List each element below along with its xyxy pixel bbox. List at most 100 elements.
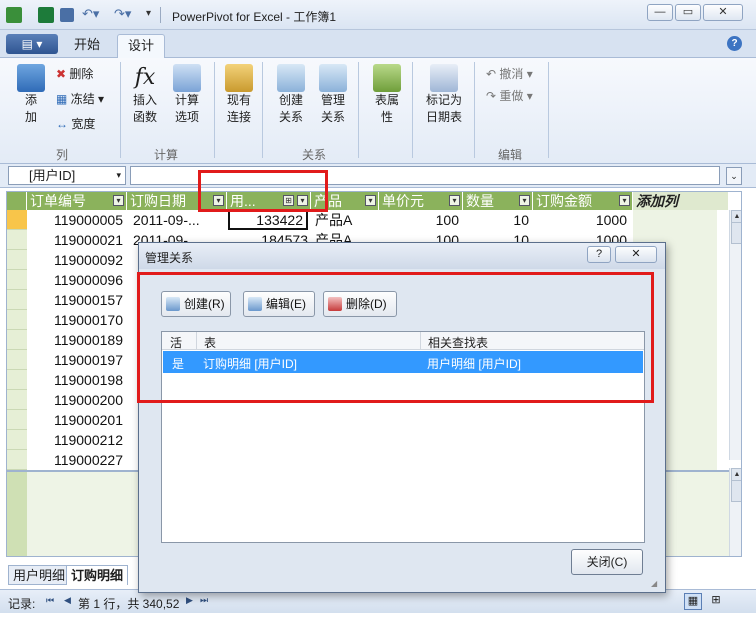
last-record-icon[interactable]: ⏭ bbox=[200, 595, 208, 606]
calc-options-button[interactable]: 计算 选项 bbox=[168, 64, 206, 126]
group-label-columns: 列 bbox=[56, 148, 69, 162]
cell-user-id-active[interactable]: 133422 bbox=[228, 210, 308, 230]
dialog-close-icon[interactable]: ✕ bbox=[615, 246, 657, 263]
tab-design[interactable]: 设计 bbox=[117, 34, 166, 58]
row-selector[interactable] bbox=[7, 390, 27, 410]
tab-home[interactable]: 开始 bbox=[64, 34, 110, 58]
row-selector[interactable] bbox=[7, 290, 27, 310]
row-selector[interactable] bbox=[7, 210, 27, 230]
filter-dropdown-icon: ▾ bbox=[449, 195, 460, 206]
cell-order-id[interactable]: 119000227 bbox=[31, 450, 123, 470]
data-view-icon[interactable]: ▦ bbox=[684, 593, 702, 610]
sheet-tabs: 用户明细 订购明细 bbox=[6, 565, 136, 585]
col-header-quantity[interactable]: 数量 ▾ bbox=[463, 192, 533, 210]
dialog-titlebar: 管理关系 ? ✕ bbox=[139, 243, 665, 269]
scroll-thumb bbox=[731, 480, 741, 502]
add-column-button[interactable]: 添 加 bbox=[14, 64, 48, 126]
tab-order-detail[interactable]: 订购明细 bbox=[66, 565, 129, 585]
restore-icon[interactable]: ▭ bbox=[675, 4, 701, 21]
row-selector[interactable] bbox=[7, 350, 27, 370]
first-record-icon[interactable]: ⏮ bbox=[46, 595, 54, 606]
help-icon[interactable]: ? bbox=[727, 36, 742, 51]
record-position: 第 1 行，共 340,523 bbox=[78, 597, 180, 611]
row-selector[interactable] bbox=[7, 230, 27, 250]
formula-bar: [用户ID] ▾ ⌄ bbox=[0, 164, 756, 188]
vertical-scrollbar[interactable]: ▲ bbox=[729, 210, 741, 460]
close-window-icon[interactable]: ✕ bbox=[703, 4, 743, 21]
prev-record-icon[interactable]: ◀ bbox=[64, 595, 71, 606]
manage-relations-button[interactable]: 管理 关系 bbox=[316, 64, 350, 126]
row-selector[interactable] bbox=[7, 310, 27, 330]
cell-order-id[interactable]: 119000201 bbox=[31, 410, 123, 430]
resize-grip-icon[interactable]: ◢ bbox=[651, 579, 661, 589]
row-selector[interactable] bbox=[7, 250, 27, 270]
dialog-title: 管理关系 bbox=[145, 251, 194, 265]
table-properties-button[interactable]: 表属 性 bbox=[370, 64, 404, 126]
vertical-scrollbar-lower[interactable]: ▲ bbox=[729, 468, 741, 556]
row-selector[interactable] bbox=[7, 370, 27, 390]
width-button[interactable]: ↔ 宽度 bbox=[56, 116, 95, 133]
redo-quick-icon[interactable]: ↷▾ bbox=[114, 6, 131, 22]
cell-order-id[interactable]: 119000189 bbox=[31, 330, 123, 350]
select-all-corner[interactable] bbox=[7, 192, 27, 210]
expand-formula-icon[interactable]: ⌄ bbox=[726, 167, 742, 185]
row-selector[interactable] bbox=[7, 430, 27, 450]
col-header-add-column[interactable]: 添加列 bbox=[633, 192, 729, 210]
name-box[interactable]: [用户ID] ▾ bbox=[8, 166, 126, 185]
col-header-amount[interactable]: 订购金额 ▾ bbox=[533, 192, 633, 210]
freeze-button[interactable]: ▦ 冻结 ▾ bbox=[56, 91, 104, 108]
cell-order-id[interactable]: 119000092 bbox=[31, 250, 123, 270]
cell-order-id[interactable]: 119000157 bbox=[31, 290, 123, 310]
undo-button[interactable]: ↶ 撤消 ▾ bbox=[486, 66, 533, 83]
cell-order-id[interactable]: 119000005 bbox=[31, 210, 123, 230]
record-label: 记录: bbox=[8, 597, 36, 611]
existing-connections-button[interactable]: 现有 连接 bbox=[222, 64, 256, 126]
calc-row-selector bbox=[7, 472, 27, 556]
cell-order-id[interactable]: 119000200 bbox=[31, 390, 123, 410]
cell-order-id[interactable]: 119000212 bbox=[31, 430, 123, 450]
row-selector[interactable] bbox=[7, 410, 27, 430]
cell-order-id[interactable]: 119000170 bbox=[31, 310, 123, 330]
cell-amount[interactable]: 1000 bbox=[537, 210, 627, 230]
redo-button[interactable]: ↷ 重做 ▾ bbox=[486, 88, 533, 105]
next-record-icon[interactable]: ▶ bbox=[186, 595, 193, 606]
customize-quick-icon[interactable]: ▾ bbox=[146, 8, 151, 19]
row-selector[interactable] bbox=[7, 330, 27, 350]
insert-function-button[interactable]: fx 插入 函数 bbox=[128, 64, 162, 126]
ribbon-tabs: ▤ ▾ 开始 设计 ? bbox=[0, 30, 756, 58]
col-header-order-id[interactable]: 订单编号 ▾ bbox=[27, 192, 127, 210]
tab-user-detail[interactable]: 用户明细 bbox=[8, 565, 71, 585]
filter-dropdown-icon: ▾ bbox=[519, 195, 530, 206]
minimize-icon[interactable]: — bbox=[647, 4, 673, 21]
row-selector[interactable] bbox=[7, 450, 27, 470]
filter-dropdown-icon: ▾ bbox=[365, 195, 376, 206]
cell-qty[interactable]: 10 bbox=[467, 210, 529, 230]
diagram-view-icon[interactable]: ⊞ bbox=[707, 593, 725, 610]
cell-order-id[interactable]: 119000197 bbox=[31, 350, 123, 370]
freeze-icon: ▦ bbox=[56, 92, 68, 106]
powerpivot-logo-icon bbox=[6, 7, 22, 23]
cell-order-id[interactable]: 119000021 bbox=[31, 230, 123, 250]
cell-order-id[interactable]: 119000198 bbox=[31, 370, 123, 390]
cell-order-id[interactable]: 119000096 bbox=[31, 270, 123, 290]
table-properties-icon bbox=[373, 64, 401, 92]
cell-order-date[interactable]: 2011-09-... bbox=[133, 210, 227, 230]
undo-quick-icon[interactable]: ↶▾ bbox=[82, 6, 99, 22]
save-icon[interactable] bbox=[60, 8, 74, 22]
file-menu-button[interactable]: ▤ ▾ bbox=[6, 34, 58, 54]
row-selector[interactable] bbox=[7, 270, 27, 290]
excel-icon[interactable] bbox=[38, 7, 54, 23]
window-title: PowerPivot for Excel - 工作簿1 bbox=[172, 10, 337, 24]
mark-date-table-button[interactable]: 标记为 日期表 bbox=[420, 64, 468, 126]
cell-price[interactable]: 100 bbox=[383, 210, 459, 230]
delete-column-button[interactable]: ✖ 删除 bbox=[56, 66, 93, 83]
close-button[interactable]: 关闭(C) bbox=[571, 549, 643, 575]
create-relation-button[interactable]: 创建 关系 bbox=[274, 64, 308, 126]
dialog-help-icon[interactable]: ? bbox=[587, 246, 611, 263]
scroll-thumb bbox=[731, 222, 741, 244]
title-bar: ↶▾ ↷▾ ▾ PowerPivot for Excel - 工作簿1 — ▭ … bbox=[0, 0, 756, 30]
create-relation-icon bbox=[277, 64, 305, 92]
col-header-unit-price[interactable]: 单价元 ▾ bbox=[379, 192, 463, 210]
cell-product[interactable]: 产品A bbox=[315, 210, 375, 230]
add-column-icon bbox=[17, 64, 45, 92]
